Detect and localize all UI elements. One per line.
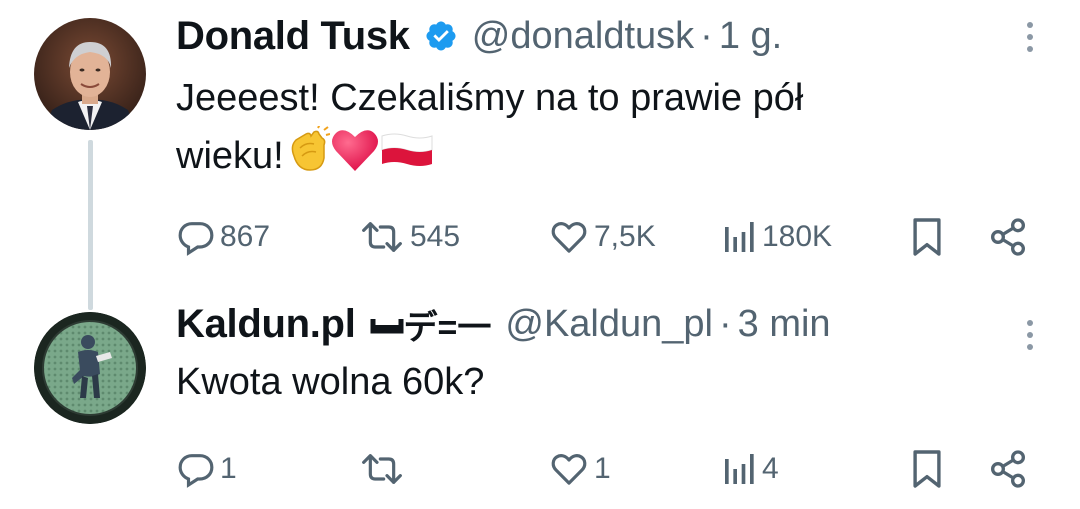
bookmark-button[interactable] <box>910 444 944 494</box>
author-name-kaomoji: デ=一 <box>370 304 491 347</box>
reply-icon <box>178 222 214 256</box>
reply-icon <box>178 454 214 488</box>
reply-count: 867 <box>220 220 271 253</box>
flag-poland-emoji-icon <box>380 130 434 186</box>
retweet-icon <box>362 454 402 484</box>
tweet-donald-tusk[interactable]: Donald Tusk @donaldtusk · 1 g. Jeeeest! … <box>0 0 1080 310</box>
avatar-kaldun-pl[interactable] <box>34 312 146 424</box>
avatar-image <box>34 18 146 130</box>
views-bar-chart-icon <box>725 222 754 252</box>
more-options-icon[interactable] <box>1026 22 1034 52</box>
tweet-actions-bar: 1 1 4 <box>0 444 1080 494</box>
share-button[interactable] <box>988 212 1028 262</box>
views-count: 4 <box>762 452 779 485</box>
retweet-icon <box>362 222 402 252</box>
tweet-text-line-1: Jeeeest! Czekaliśmy na to prawie pół <box>176 77 804 119</box>
like-count: 1 <box>594 452 611 485</box>
author-handle[interactable]: @donaldtusk <box>472 15 694 58</box>
share-icon <box>990 450 1026 488</box>
like-count: 7,5K <box>594 220 656 253</box>
clapping-hands-emoji-icon <box>284 123 330 190</box>
retweet-button[interactable] <box>358 444 410 494</box>
tweet-header: Kaldun.pl デ=一 @Kaldun_pl · 3 min <box>176 302 831 347</box>
author-name[interactable]: Donald Tusk <box>176 14 410 59</box>
reply-button[interactable]: 867 <box>176 212 270 262</box>
kaomoji-text: デ=一 <box>403 308 492 347</box>
tweet-kaldun-pl[interactable]: Kaldun.pl デ=一 @Kaldun_pl · 3 min Kwota w… <box>0 290 1080 509</box>
tweet-header: Donald Tusk @donaldtusk · 1 g. <box>176 14 782 58</box>
avatar-donald-tusk[interactable] <box>34 18 146 130</box>
avatar-patch-image <box>34 312 146 424</box>
reply-count: 1 <box>220 452 237 485</box>
bookmark-icon <box>913 218 941 256</box>
views-button[interactable]: 180K <box>722 212 832 262</box>
tweet-actions-bar: 867 545 7,5K 180K <box>0 212 1080 262</box>
separator-dot: · <box>718 302 732 345</box>
bracket-glyph-icon <box>370 319 404 334</box>
verified-badge-icon[interactable] <box>424 19 458 53</box>
views-button[interactable]: 4 <box>722 444 779 494</box>
tweet-timestamp[interactable]: 1 g. <box>719 15 782 58</box>
views-bar-chart-icon <box>725 454 754 484</box>
share-button[interactable] <box>988 444 1028 494</box>
author-name[interactable]: Kaldun.pl <box>176 302 356 347</box>
tweet-timestamp[interactable]: 3 min <box>738 303 831 346</box>
separator-dot: · <box>700 14 713 57</box>
bookmark-button[interactable] <box>910 212 944 262</box>
like-button[interactable]: 7,5K <box>548 212 656 262</box>
author-handle[interactable]: @Kaldun_pl <box>505 303 713 346</box>
tweet-text: Jeeeest! Czekaliśmy na to prawie pół wie… <box>176 70 976 190</box>
reply-button[interactable]: 1 <box>176 444 237 494</box>
retweet-count: 545 <box>410 220 461 253</box>
more-options-icon[interactable] <box>1026 320 1034 350</box>
tweet-text: Kwota wolna 60k? <box>176 361 485 403</box>
heart-icon <box>551 222 587 253</box>
share-icon <box>990 218 1026 256</box>
heart-icon <box>551 454 587 485</box>
like-button[interactable]: 1 <box>548 444 611 494</box>
tweet-text-line-2: wieku! <box>176 135 284 178</box>
bookmark-icon <box>913 450 941 488</box>
retweet-button[interactable]: 545 <box>358 212 460 262</box>
red-heart-emoji-icon <box>330 127 380 189</box>
views-count: 180K <box>762 220 833 253</box>
